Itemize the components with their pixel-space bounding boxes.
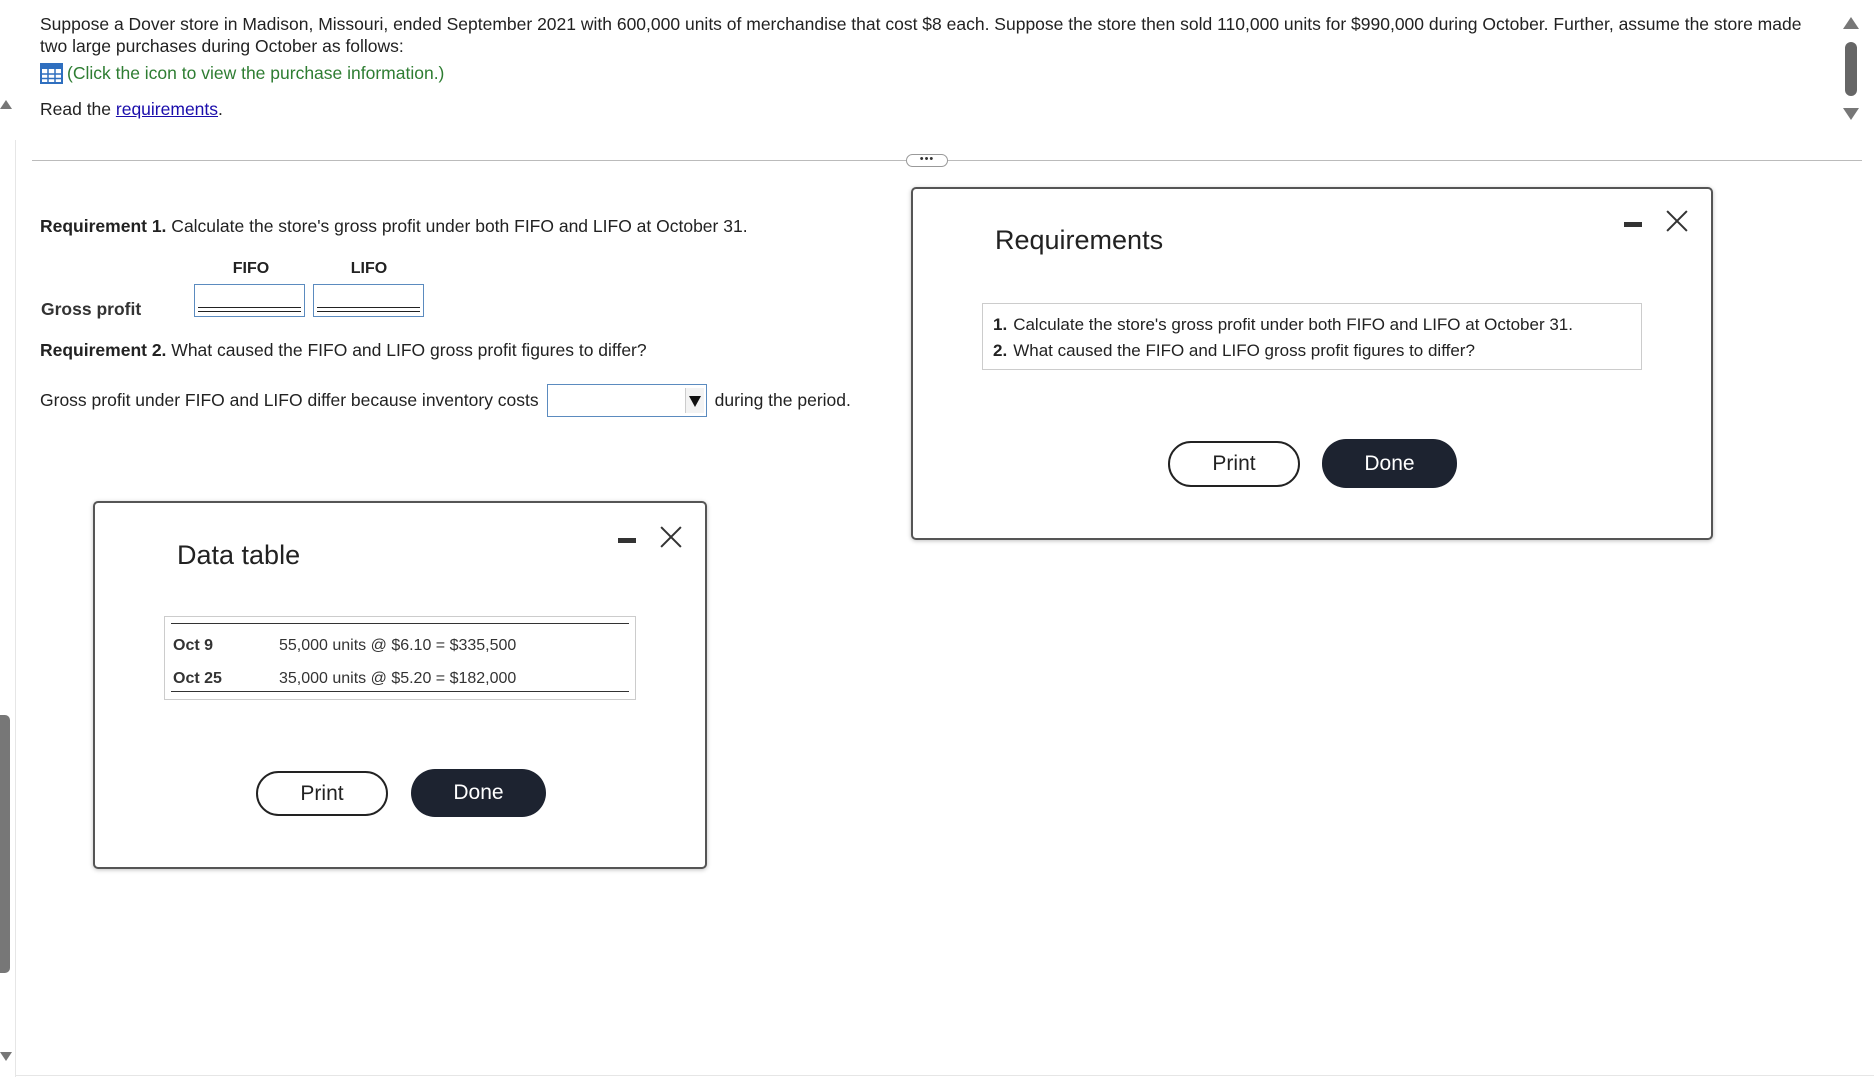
requirement-2-label: Requirement 2. (40, 340, 167, 360)
fifo-gross-profit-input[interactable] (194, 284, 305, 317)
read-prefix: Read the (40, 99, 116, 119)
requirements-title: Requirements (995, 225, 1164, 255)
table-grid-icon[interactable] (40, 63, 63, 84)
done-button[interactable]: Done (411, 769, 546, 817)
item-text: Calculate the store's gross profit under… (1013, 315, 1573, 334)
scroll-down-arrow-icon[interactable] (1843, 108, 1859, 120)
requirements-link[interactable]: requirements (116, 99, 218, 119)
left-scroll-down-arrow-icon[interactable] (0, 1052, 12, 1061)
close-icon[interactable] (1665, 209, 1689, 233)
print-button[interactable]: Print (256, 771, 388, 816)
table-top-rule (171, 623, 629, 624)
double-underline (317, 307, 420, 312)
purchase-table: Oct 9 55,000 units @ $6.10 = $335,500 Oc… (164, 616, 636, 700)
lifo-gross-profit-input[interactable] (313, 284, 424, 317)
purchase-info-link[interactable]: (Click the icon to view the purchase inf… (40, 63, 444, 84)
purchase-date: Oct 9 (173, 637, 214, 654)
purchase-detail: 55,000 units @ $6.10 = $335,500 (279, 637, 517, 654)
read-suffix: . (218, 99, 223, 119)
lifo-column-header: LIFO (350, 260, 388, 277)
left-scroll-up-arrow-icon[interactable] (0, 100, 12, 109)
purchase-date: Oct 25 (173, 670, 222, 687)
requirement-1-text: Calculate the store's gross profit under… (166, 216, 748, 236)
table-bottom-rule (171, 691, 629, 692)
list-item: 1. Calculate the store's gross profit und… (993, 312, 1631, 338)
top-pane-scrollbar-thumb[interactable] (1845, 42, 1857, 96)
scroll-up-arrow-icon[interactable] (1843, 17, 1859, 29)
requirements-list: 1. Calculate the store's gross profit und… (982, 303, 1642, 370)
purchase-detail: 35,000 units @ $5.20 = $182,000 (279, 670, 517, 687)
list-item: 2. What caused the FIFO and LIFO gross pr… (993, 338, 1631, 364)
minimize-icon[interactable] (1624, 222, 1642, 227)
dropdown-arrow-icon[interactable] (684, 388, 704, 413)
minimize-icon[interactable] (618, 538, 636, 543)
data-table-title: Data table (177, 540, 301, 570)
sentence-after: during the period. (714, 390, 851, 410)
requirement-2-text: What caused the FIFO and LIFO gross prof… (166, 340, 647, 360)
divider-drag-handle[interactable]: ••• (906, 154, 948, 167)
read-requirements-line: Read the requirements. (40, 99, 223, 120)
purchase-info-link-text[interactable]: (Click the icon to view the purchase inf… (67, 63, 444, 84)
data-table-dialog: Data table Oct 9 55,000 units @ $6.10 = … (93, 501, 707, 869)
close-icon[interactable] (659, 525, 683, 549)
print-button[interactable]: Print (1168, 441, 1300, 487)
left-scrollbar-thumb[interactable] (0, 715, 10, 973)
left-pane-border (15, 140, 16, 1077)
requirement-2: Requirement 2. What caused the FIFO and … (40, 340, 647, 361)
bottom-border (15, 1075, 1874, 1076)
item-text: What caused the FIFO and LIFO gross prof… (1013, 341, 1475, 360)
inventory-costs-dropdown[interactable] (546, 384, 707, 417)
requirement-2-sentence: Gross profit under FIFO and LIFO differ … (40, 384, 851, 417)
requirements-dialog: Requirements 1. Calculate the store's gro… (911, 187, 1713, 540)
done-button[interactable]: Done (1322, 439, 1457, 488)
sentence-before: Gross profit under FIFO and LIFO differ … (40, 390, 539, 410)
item-number: 2. (993, 341, 1008, 360)
double-underline (198, 307, 301, 312)
problem-text: Suppose a Dover store in Madison, Missou… (40, 14, 1802, 56)
requirement-1: Requirement 1. Calculate the store's gro… (40, 216, 748, 237)
gross-profit-label: Gross profit (41, 299, 142, 319)
fifo-column-header: FIFO (232, 260, 270, 277)
item-number: 1. (993, 315, 1008, 334)
requirement-1-label: Requirement 1. (40, 216, 167, 236)
